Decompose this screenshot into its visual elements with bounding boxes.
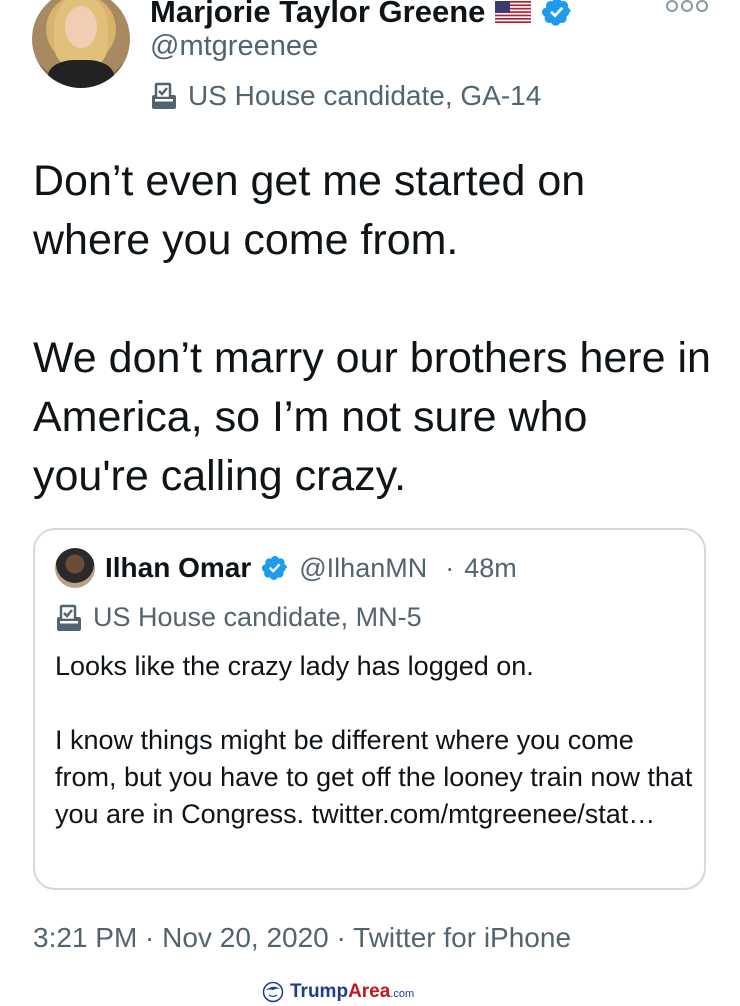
quote-author-name[interactable]: Ilhan Omar bbox=[105, 552, 251, 584]
quote-author-avatar[interactable] bbox=[55, 548, 95, 588]
watermark-text: TrumpArea.com bbox=[290, 981, 414, 1003]
tweet-card: Marjorie Taylor Greene @mtgreenee US Hou… bbox=[0, 0, 740, 1006]
quote-header: Ilhan Omar @IlhanMN · 48m bbox=[105, 548, 517, 588]
more-dot bbox=[681, 0, 693, 12]
more-options-icon[interactable] bbox=[666, 0, 708, 12]
verified-badge-icon bbox=[262, 556, 288, 580]
meta-separator: · bbox=[137, 922, 163, 953]
watermark-brand-b: Area bbox=[348, 981, 391, 1002]
avatar-shirt bbox=[48, 60, 114, 88]
author-label: US House candidate, GA-14 bbox=[150, 80, 541, 112]
watermark-brand-a: Trump bbox=[290, 981, 349, 1002]
ballot-box-icon bbox=[152, 82, 176, 109]
us-flag-icon bbox=[495, 1, 532, 23]
verified-badge-icon bbox=[542, 0, 572, 26]
tweet-meta: 3:21 PM · Nov 20, 2020 · Twitter for iPh… bbox=[33, 922, 571, 954]
author-handle[interactable]: @mtgreenee bbox=[150, 30, 318, 63]
quote-timestamp[interactable]: 48m bbox=[464, 553, 517, 584]
trump-hair-logo-icon bbox=[262, 981, 284, 1003]
watermark: TrumpArea.com bbox=[262, 980, 414, 1004]
meta-separator: · bbox=[328, 922, 354, 953]
more-dot bbox=[696, 0, 708, 12]
quote-paragraph: I know things might be different where y… bbox=[55, 725, 693, 829]
author-label-text: US House candidate, GA-14 bbox=[188, 80, 542, 111]
quote-paragraph: Looks like the crazy lady has logged on. bbox=[55, 651, 534, 681]
tweet-paragraph: We don’t marry our brothers here in Amer… bbox=[33, 334, 711, 500]
watermark-suffix: .com bbox=[390, 988, 415, 1000]
tweet-paragraph: Don’t even get me started on where you c… bbox=[33, 157, 586, 264]
author-avatar[interactable] bbox=[32, 0, 130, 88]
quote-label-text: US House candidate, MN-5 bbox=[93, 602, 422, 632]
tweet-source[interactable]: Twitter for iPhone bbox=[353, 922, 571, 953]
quoted-tweet[interactable]: Ilhan Omar @IlhanMN · 48m US House candi… bbox=[33, 528, 706, 890]
tweet-text: Don’t even get me started on where you c… bbox=[33, 152, 713, 506]
ballot-box-icon bbox=[57, 604, 81, 631]
quote-text: Looks like the crazy lady has logged on.… bbox=[55, 648, 695, 833]
tweet-date[interactable]: Nov 20, 2020 bbox=[162, 922, 329, 953]
quote-author-handle[interactable]: @IlhanMN bbox=[299, 553, 427, 584]
more-dot bbox=[666, 0, 678, 12]
author-name-row: Marjorie Taylor Greene bbox=[150, 0, 573, 32]
dot-separator: · bbox=[445, 552, 455, 583]
tweet-time[interactable]: 3:21 PM bbox=[33, 922, 137, 953]
author-display-name[interactable]: Marjorie Taylor Greene bbox=[150, 0, 485, 30]
quote-author-label: US House candidate, MN-5 bbox=[55, 602, 422, 633]
avatar-face bbox=[65, 6, 97, 48]
